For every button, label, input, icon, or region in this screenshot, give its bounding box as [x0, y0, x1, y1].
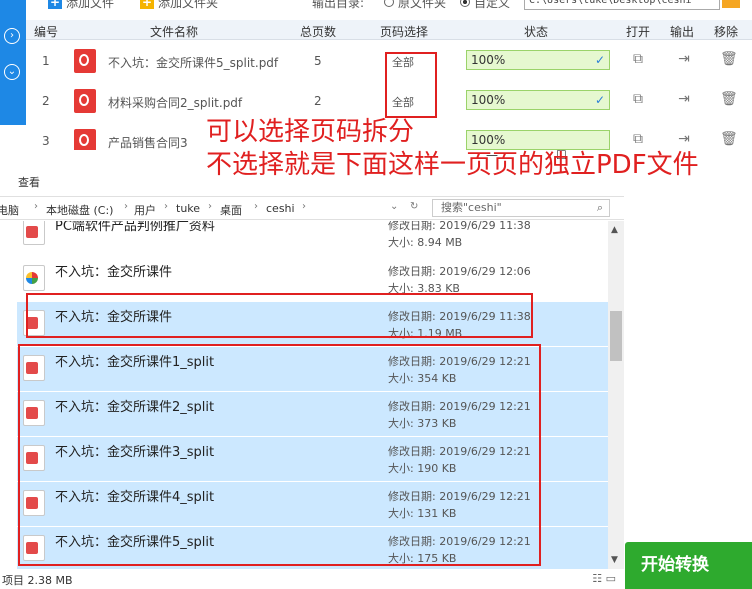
- annotation-text: 可以选择页码拆分 不选择就是下面这样一页页的独立PDF文件: [206, 117, 699, 180]
- header-status: 状态: [524, 25, 549, 39]
- plus-icon: +: [48, 0, 62, 9]
- pdf-icon: [74, 89, 96, 113]
- app-file-icon: [23, 265, 45, 291]
- nav-circle-icon[interactable]: ›: [4, 28, 20, 44]
- pdf-icon: [74, 129, 96, 150]
- breadcrumb-item[interactable]: ceshi: [266, 202, 295, 215]
- dropdown-icon[interactable]: ⌄: [390, 201, 398, 212]
- radio-source-folder[interactable]: 原文件夹: [384, 0, 446, 10]
- left-nav-strip: › ⌄: [0, 0, 26, 125]
- check-icon: ✓: [594, 53, 605, 67]
- output-dir-label: 输出目录:: [312, 0, 365, 10]
- open-external-icon[interactable]: ⧉: [630, 90, 646, 108]
- header-number: 编号: [34, 25, 59, 39]
- check-icon: ✓: [594, 93, 605, 107]
- browse-folder-icon[interactable]: [722, 0, 740, 8]
- plus-folder-icon: +: [140, 0, 154, 9]
- chevron-right-icon: ›: [124, 201, 128, 212]
- header-total-pages: 总页数: [300, 25, 337, 39]
- split-files-highlight: [18, 344, 541, 566]
- address-bar: 此电脑 › 本地磁盘 (C:) › 用户 › tuke › 桌面 › ceshi…: [0, 196, 624, 220]
- pdf-icon: [74, 49, 96, 73]
- progress-bar: 100% ✓: [466, 90, 610, 110]
- output-icon[interactable]: ⇥: [676, 90, 692, 108]
- add-folder-button[interactable]: + 添加文件夹: [140, 0, 218, 10]
- header-open: 打开: [626, 25, 651, 39]
- header-page-select: 页码选择: [380, 25, 429, 39]
- radio-icon: [384, 0, 394, 7]
- scroll-thumb[interactable]: [610, 311, 622, 361]
- output-path-input[interactable]: C:\Users\tuke\Desktop\ceshi: [524, 0, 720, 10]
- chevron-right-icon: ›: [302, 201, 306, 212]
- header-output: 输出: [670, 25, 695, 39]
- chevron-right-icon: ›: [34, 201, 38, 212]
- explorer-status-bar: 项目 2.38 MB ☷ ▭: [0, 569, 624, 589]
- scroll-down-icon[interactable]: ▼: [611, 555, 618, 565]
- chevron-right-icon: ›: [164, 201, 168, 212]
- toolbar: + 添加文件 + 添加文件夹 输出目录: 原文件夹 自定义 C:\Users\t…: [26, 0, 752, 20]
- chevron-right-icon: ›: [208, 201, 212, 212]
- breadcrumb-item[interactable]: 本地磁盘 (C:): [46, 202, 113, 218]
- table-header: 编号 文件名称 总页数 页码选择 状态 打开 输出 移除: [26, 20, 752, 40]
- add-file-button[interactable]: + 添加文件: [48, 0, 114, 10]
- trash-icon[interactable]: 🗑: [720, 50, 738, 68]
- start-convert-button[interactable]: 开始转换: [625, 542, 752, 589]
- header-remove: 移除: [714, 25, 739, 39]
- breadcrumb-item[interactable]: 此电脑: [0, 202, 19, 218]
- breadcrumb-item[interactable]: 用户: [134, 202, 156, 218]
- scroll-up-icon[interactable]: ▲: [611, 225, 618, 235]
- output-icon[interactable]: ⇥: [676, 50, 692, 68]
- ribbon-tab-view[interactable]: 查看: [18, 174, 40, 190]
- radio-custom[interactable]: 自定义: [460, 0, 510, 10]
- breadcrumb-item[interactable]: tuke: [176, 202, 200, 215]
- search-icon: ⌕: [596, 201, 603, 214]
- radio-selected-icon: [460, 0, 470, 7]
- refresh-icon[interactable]: ↻: [410, 201, 418, 212]
- header-file-name: 文件名称: [150, 25, 199, 39]
- page-select-highlight: [385, 52, 437, 118]
- progress-bar: 100% ✓: [466, 50, 610, 70]
- trash-icon[interactable]: 🗑: [720, 90, 738, 108]
- original-file-highlight: [26, 293, 533, 338]
- scrollbar[interactable]: ▲ ▼: [608, 221, 624, 569]
- breadcrumb-item[interactable]: 桌面: [220, 202, 242, 218]
- search-input[interactable]: 搜索"ceshi" ⌕: [432, 199, 610, 217]
- list-item[interactable]: PC端软件产品判例推广资料 修改日期: 2019/6/29 11:38 大小: 8…: [17, 221, 608, 255]
- chevron-right-icon: ›: [254, 201, 258, 212]
- open-external-icon[interactable]: ⧉: [630, 50, 646, 68]
- pdf-file-icon: [23, 221, 45, 245]
- nav-circle-down-icon[interactable]: ⌄: [4, 64, 20, 80]
- view-toggle-icons[interactable]: ☷ ▭: [592, 572, 616, 585]
